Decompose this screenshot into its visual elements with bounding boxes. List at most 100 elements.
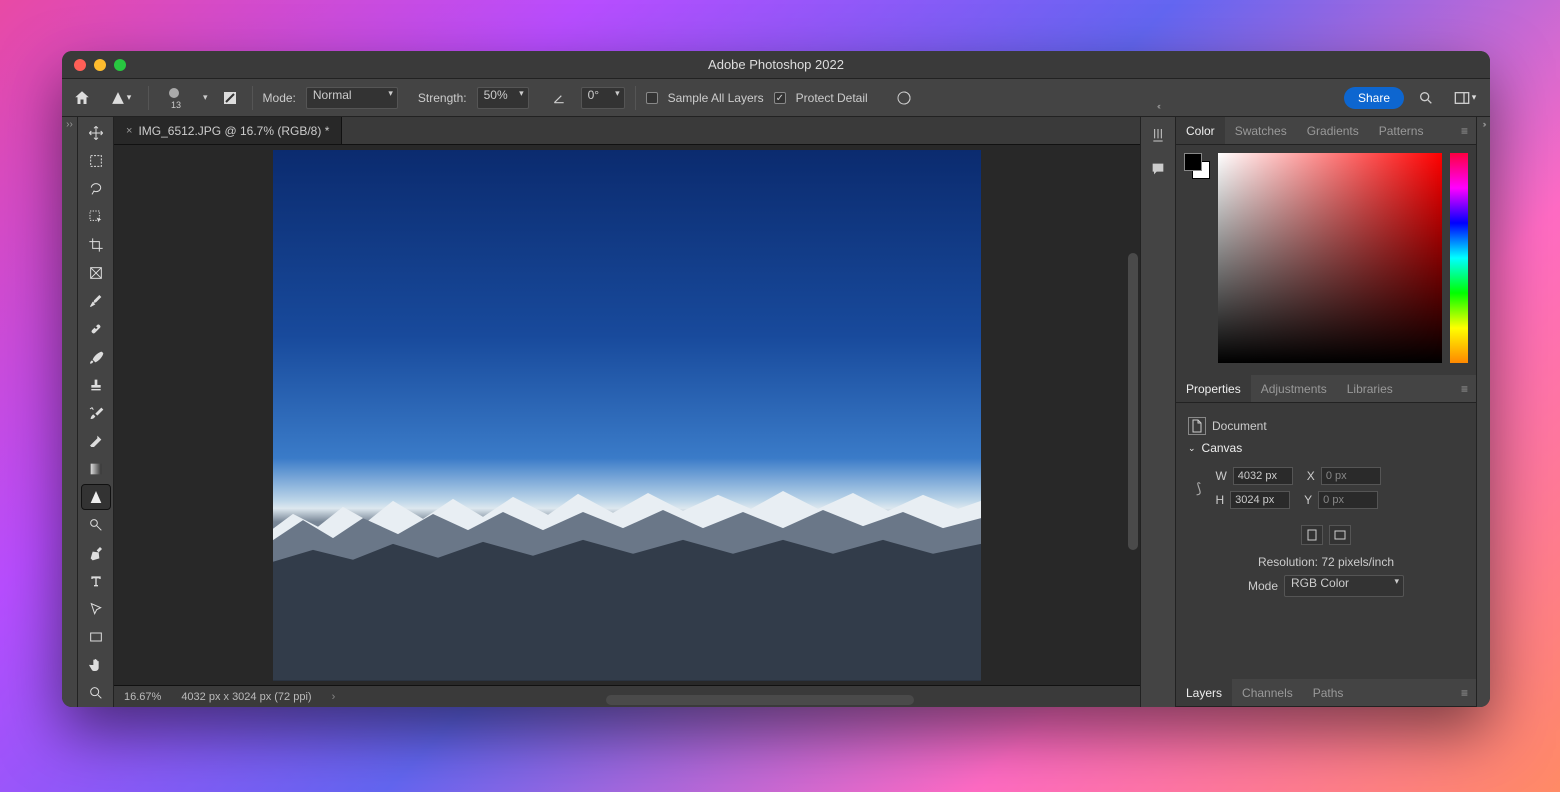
tab-gradients[interactable]: Gradients <box>1297 117 1369 144</box>
type-tool[interactable] <box>82 569 110 593</box>
tab-color[interactable]: Color <box>1176 117 1225 144</box>
hand-tool[interactable] <box>82 653 110 677</box>
right-panels: Color Swatches Gradients Patterns ≡ Prop… <box>1176 117 1476 707</box>
gradient-tool[interactable] <box>82 457 110 481</box>
eraser-tool[interactable] <box>82 429 110 453</box>
mode-dropdown[interactable]: Normal <box>306 87 398 109</box>
divider <box>252 86 253 110</box>
collapsed-panel-strip <box>1140 117 1176 707</box>
properties-panel-tabs: Properties Adjustments Libraries ≡ <box>1176 375 1476 403</box>
maximize-window[interactable] <box>114 59 126 71</box>
canvas-viewport[interactable] <box>114 145 1140 685</box>
dodge-tool[interactable] <box>82 513 110 537</box>
dimensions-status: 4032 px x 3024 px (72 ppi) <box>181 691 311 703</box>
pen-tool[interactable] <box>82 541 110 565</box>
frame-tool[interactable] <box>82 261 110 285</box>
brush-size-value: 13 <box>171 100 181 110</box>
rectangle-tool[interactable] <box>82 625 110 649</box>
healing-tool[interactable] <box>82 317 110 341</box>
angle-field[interactable]: 0° <box>581 87 625 109</box>
protect-detail-checkbox[interactable] <box>774 92 786 104</box>
document-tabs: × IMG_6512.JPG @ 16.7% (RGB/8) * <box>114 117 1140 145</box>
workspace-switcher-icon[interactable]: ▾ <box>1448 86 1482 110</box>
pressure-opacity-icon[interactable] <box>892 86 916 110</box>
comments-panel-icon[interactable] <box>1146 157 1170 181</box>
canvas-section-label: Canvas <box>1202 441 1243 455</box>
panel-menu-icon[interactable]: ≡ <box>1453 686 1476 700</box>
lasso-tool[interactable] <box>82 177 110 201</box>
canvas-section-header[interactable]: ⌄ Canvas <box>1188 441 1464 455</box>
status-flyout-icon[interactable]: › <box>332 691 336 703</box>
crop-tool[interactable] <box>82 233 110 257</box>
sample-all-label: Sample All Layers <box>668 91 764 105</box>
marquee-tool[interactable] <box>82 149 110 173</box>
height-field[interactable]: 3024 px <box>1230 491 1290 509</box>
color-field[interactable] <box>1218 153 1442 363</box>
divider <box>148 86 149 110</box>
properties-panel: Document ⌄ Canvas ⟆ W 4032 px X 0 px <box>1176 403 1476 679</box>
search-icon[interactable] <box>1414 86 1438 110</box>
share-button[interactable]: Share <box>1344 87 1404 109</box>
close-tab-icon[interactable]: × <box>126 125 132 137</box>
chevron-down-icon[interactable]: ▾ <box>203 92 208 103</box>
orientation-portrait-button[interactable] <box>1301 525 1323 545</box>
sharpen-tool[interactable] <box>82 485 110 509</box>
minimize-window[interactable] <box>94 59 106 71</box>
color-mode-dropdown[interactable]: RGB Color <box>1284 575 1404 597</box>
tab-channels[interactable]: Channels <box>1232 679 1303 706</box>
brush-preview[interactable]: 13 <box>159 86 193 110</box>
history-brush-tool[interactable] <box>82 401 110 425</box>
tab-layers[interactable]: Layers <box>1176 679 1232 706</box>
width-label: W <box>1215 469 1226 483</box>
panel-menu-icon[interactable]: ≡ <box>1453 382 1476 396</box>
path-select-tool[interactable] <box>82 597 110 621</box>
status-bar: 16.67% 4032 px x 3024 px (72 ppi) › <box>114 685 1140 707</box>
move-tool[interactable] <box>82 121 110 145</box>
y-field[interactable]: 0 px <box>1318 491 1378 509</box>
zoom-tool[interactable] <box>82 681 110 705</box>
window-controls <box>74 59 126 71</box>
right-panel-gutter[interactable] <box>1476 117 1490 707</box>
x-label: X <box>1307 469 1315 483</box>
resolution-label: Resolution: 72 pixels/inch <box>1258 555 1394 569</box>
x-field[interactable]: 0 px <box>1321 467 1381 485</box>
toolbar-collapse-gutter[interactable]: ›› <box>62 117 78 707</box>
fg-bg-swatch[interactable] <box>1184 153 1210 367</box>
horizontal-scrollbar[interactable] <box>606 695 914 705</box>
color-panel <box>1176 145 1476 375</box>
image-canvas[interactable] <box>273 150 981 681</box>
strength-dropdown[interactable]: 50% <box>477 87 529 109</box>
brushes-panel-icon[interactable] <box>1146 123 1170 147</box>
tool-preset-icon[interactable]: ▾ <box>104 86 138 110</box>
object-select-tool[interactable] <box>82 205 110 229</box>
brush-tool[interactable] <box>82 345 110 369</box>
tab-patterns[interactable]: Patterns <box>1369 117 1434 144</box>
chevron-down-icon: ⌄ <box>1188 443 1196 454</box>
y-label: Y <box>1304 493 1312 507</box>
tab-libraries[interactable]: Libraries <box>1337 375 1403 402</box>
divider <box>635 86 636 110</box>
close-window[interactable] <box>74 59 86 71</box>
vertical-scrollbar[interactable] <box>1128 253 1138 550</box>
width-field[interactable]: 4032 px <box>1233 467 1293 485</box>
link-wh-icon[interactable]: ⟆ <box>1196 480 1201 497</box>
tab-paths[interactable]: Paths <box>1303 679 1354 706</box>
strength-label: Strength: <box>418 91 467 105</box>
home-icon[interactable] <box>70 86 94 110</box>
titlebar: Adobe Photoshop 2022 <box>62 51 1490 79</box>
sample-all-checkbox[interactable] <box>646 92 658 104</box>
panel-menu-icon[interactable]: ≡ <box>1453 124 1476 138</box>
eyedropper-tool[interactable] <box>82 289 110 313</box>
mode-label: Mode: <box>263 91 296 105</box>
tab-swatches[interactable]: Swatches <box>1225 117 1297 144</box>
document-icon <box>1188 417 1206 435</box>
hue-slider[interactable] <box>1450 153 1468 363</box>
document-tab[interactable]: × IMG_6512.JPG @ 16.7% (RGB/8) * <box>114 117 342 144</box>
orientation-landscape-button[interactable] <box>1329 525 1351 545</box>
tab-adjustments[interactable]: Adjustments <box>1251 375 1337 402</box>
tab-properties[interactable]: Properties <box>1176 375 1251 402</box>
pressure-size-icon[interactable] <box>218 86 242 110</box>
stamp-tool[interactable] <box>82 373 110 397</box>
zoom-status[interactable]: 16.67% <box>124 691 161 703</box>
window-title: Adobe Photoshop 2022 <box>62 57 1490 72</box>
